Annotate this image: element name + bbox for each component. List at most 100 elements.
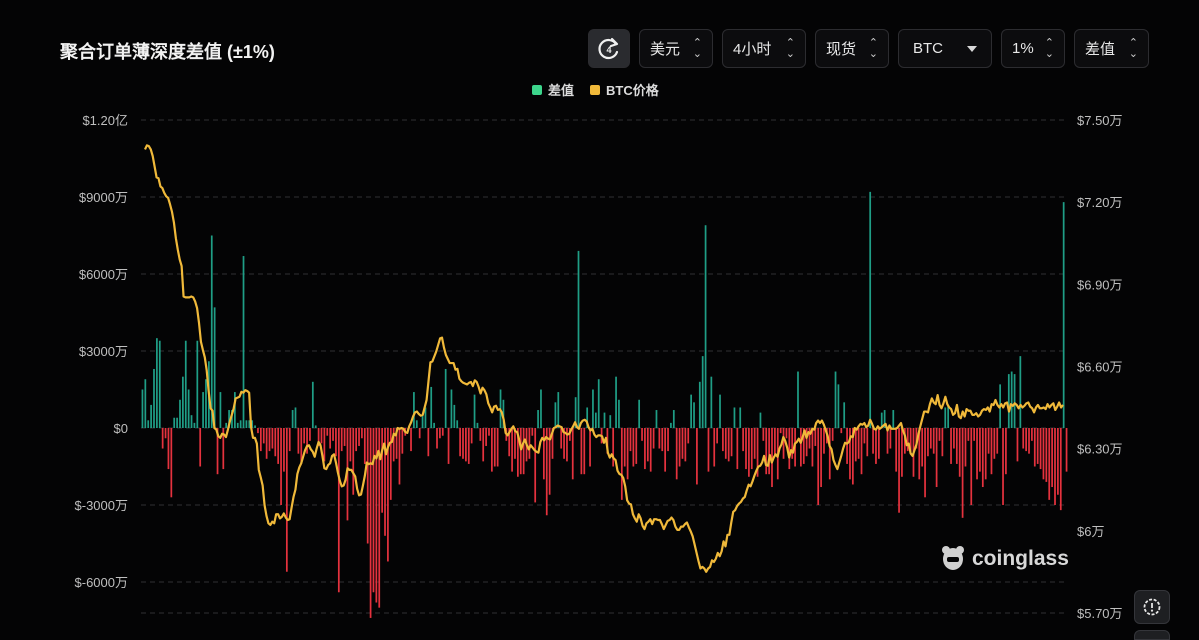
diff-bar — [1033, 428, 1036, 467]
diff-bar — [875, 428, 877, 464]
diff-bar — [288, 428, 291, 452]
diff-bar — [210, 235, 213, 428]
diff-bar — [496, 428, 499, 467]
diff-bar — [716, 428, 718, 444]
diff-bar — [236, 422, 239, 428]
diff-bar — [557, 392, 560, 428]
diff-bar — [840, 428, 843, 434]
diff-bar — [646, 428, 649, 462]
diff-bar — [254, 425, 256, 428]
diff-bar — [1007, 374, 1010, 428]
diff-bar — [649, 428, 652, 472]
diff-bar — [854, 428, 857, 462]
diff-bar — [886, 428, 889, 454]
diff-bar — [696, 428, 698, 485]
diff-bar — [727, 428, 730, 462]
diff-bar — [381, 428, 383, 513]
diff-bar — [748, 428, 750, 477]
diff-bar — [670, 422, 672, 428]
diff-bar — [389, 428, 392, 500]
diff-bar — [1051, 428, 1053, 488]
diff-bar — [274, 428, 277, 457]
diff-bar — [167, 428, 170, 470]
diff-bar — [823, 428, 825, 454]
diff-bar — [782, 428, 785, 459]
left-axis: $1.20亿 $9000万 $6000万 $3000万 $0 $-3000万 $-6000万 — [75, 113, 128, 590]
diff-bar — [814, 428, 817, 446]
diff-bar — [589, 428, 591, 467]
diff-bar — [788, 428, 791, 470]
diff-bar — [618, 399, 620, 428]
diff-bar — [1002, 428, 1004, 505]
diff-bar — [554, 402, 557, 428]
diff-bar — [421, 415, 424, 428]
diff-bar — [571, 428, 574, 480]
diff-bar — [491, 428, 493, 472]
diff-bar — [410, 428, 412, 452]
diff-bar — [153, 368, 155, 428]
diff-bar — [528, 428, 531, 459]
diff-bar — [179, 399, 181, 428]
diff-bar — [678, 428, 681, 467]
diff-bar — [964, 428, 967, 467]
diff-bar — [979, 428, 981, 472]
diff-bar — [953, 428, 955, 449]
diff-bar — [597, 379, 600, 428]
diff-bar — [1065, 428, 1068, 472]
diff-bar — [476, 422, 479, 428]
diff-bar — [190, 415, 193, 428]
diff-bar — [459, 428, 461, 457]
diff-bar — [436, 428, 438, 449]
right-tick-label: $6.60万 — [1077, 360, 1123, 375]
diff-bar — [603, 412, 606, 428]
settings-button[interactable] — [1134, 590, 1170, 624]
diff-bar — [846, 428, 848, 464]
diff-bar — [701, 356, 704, 428]
diff-bar — [450, 389, 453, 428]
diff-bar — [955, 428, 958, 464]
diff-bar — [1013, 374, 1016, 428]
diff-bar — [158, 340, 161, 428]
diff-bar — [765, 428, 768, 475]
diff-bar — [488, 428, 490, 436]
diff-bar — [519, 428, 522, 475]
diff-bar — [1036, 428, 1039, 464]
diff-bar — [719, 394, 721, 428]
diff-bar — [522, 428, 525, 475]
right-tick-label: $6.30万 — [1077, 442, 1123, 457]
secondary-button[interactable] — [1134, 630, 1170, 640]
diff-bar — [976, 428, 978, 480]
diff-bar — [687, 428, 690, 444]
diff-bar — [641, 428, 643, 441]
right-tick-label: $6万 — [1077, 524, 1104, 539]
diff-bar — [742, 428, 744, 452]
diff-bar — [675, 428, 678, 480]
diff-bar — [531, 428, 534, 436]
diff-bar — [834, 371, 837, 428]
diff-bar — [187, 389, 190, 428]
diff-bar — [323, 428, 326, 462]
diff-bar — [320, 428, 323, 444]
diff-bar — [924, 428, 926, 498]
diff-bar — [941, 428, 944, 457]
diff-bar — [361, 428, 363, 439]
diff-bar — [355, 428, 358, 452]
diff-bar — [800, 428, 802, 467]
depth-diff-chart: $1.20亿 $9000万 $6000万 $3000万 $0 $-3000万 $-6000万… — [75, 113, 1123, 621]
diff-bar — [433, 422, 435, 428]
diff-bar — [1016, 428, 1019, 462]
diff-bar — [268, 428, 271, 452]
diff-bar — [141, 389, 144, 428]
diff-bar — [439, 428, 441, 439]
diff-bar — [493, 428, 496, 467]
diff-bar — [482, 428, 485, 462]
diff-bar — [693, 402, 695, 428]
diff-bar — [762, 428, 765, 441]
diff-bar — [774, 428, 776, 457]
diff-bar — [447, 428, 450, 464]
diff-bar — [1005, 428, 1007, 475]
diff-bar — [514, 428, 516, 459]
diff-bar — [927, 428, 929, 457]
diff-bar — [479, 428, 482, 441]
btc-price-line — [144, 144, 1064, 573]
